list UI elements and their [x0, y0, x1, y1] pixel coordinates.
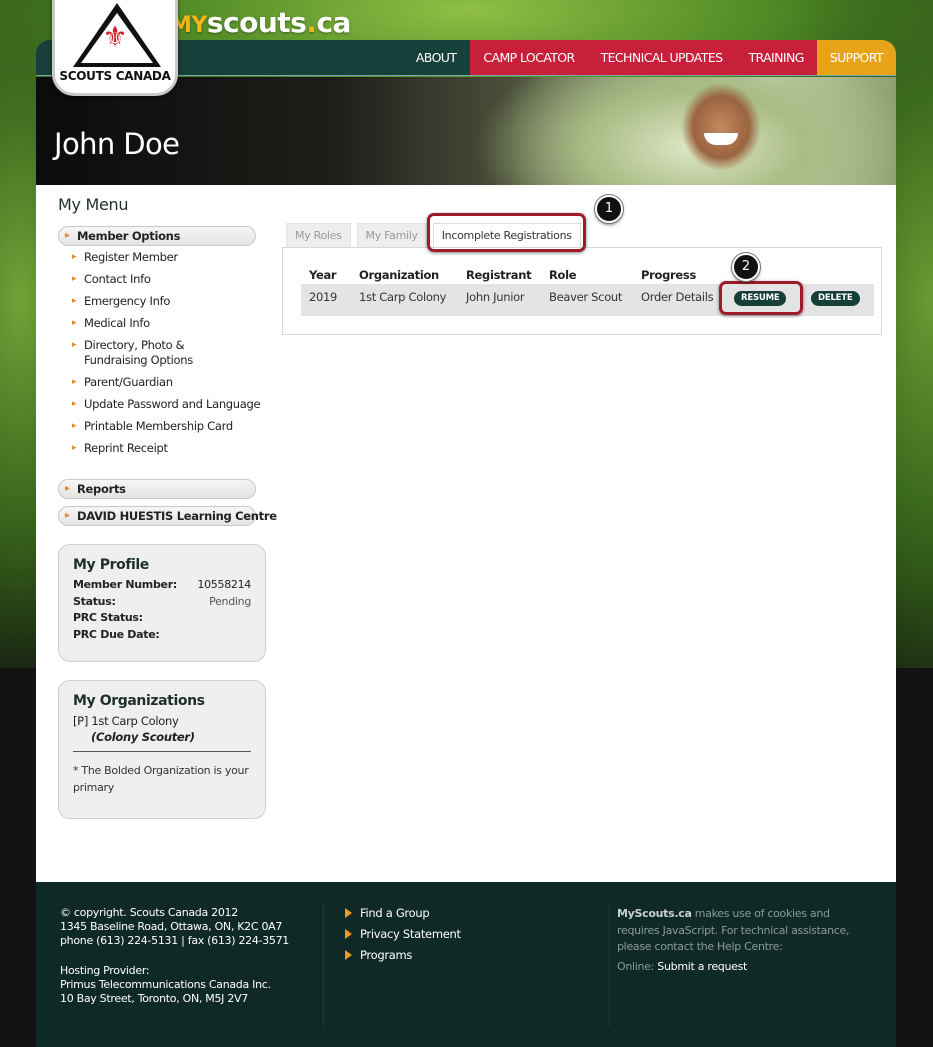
- footer-note-line1: MyScouts.ca makes use of cookies and: [617, 906, 849, 923]
- footer-note: MyScouts.ca makes use of cookies and req…: [617, 906, 849, 975]
- nav-training[interactable]: TRAINING: [735, 40, 817, 75]
- column-header-role: Role: [549, 268, 577, 282]
- footer-address: 1345 Baseline Road, Ottawa, ON, K2C 0A7: [60, 920, 283, 933]
- nav-about[interactable]: ABOUT: [402, 40, 471, 75]
- brand-tld: ca: [316, 6, 351, 39]
- sidebar-item-update-password[interactable]: Update Password and Language: [72, 397, 262, 412]
- footer-links: Find a Group Privacy Statement Programs: [345, 903, 461, 966]
- organization-note: * The Bolded Organization is your primar…: [73, 764, 249, 794]
- delete-button[interactable]: DELETE: [811, 291, 860, 306]
- sidebar-item-register-member[interactable]: Register Member: [72, 250, 262, 265]
- sidebar-item-membership-card[interactable]: Printable Membership Card: [72, 419, 262, 434]
- organizations-title: My Organizations: [73, 693, 205, 709]
- highlight-resume-button: [719, 281, 803, 315]
- member-options-toggle[interactable]: Member Options: [58, 226, 256, 246]
- footer-hosting-address: 10 Bay Street, Toronto, ON, M5J 2V7: [60, 992, 248, 1005]
- sidebar-item-reprint-receipt[interactable]: Reprint Receipt: [72, 441, 262, 456]
- footer-note-brand: MyScouts.ca: [617, 907, 692, 920]
- brand-dot: .: [306, 6, 317, 39]
- main-panel: My Menu Member Options Register Member C…: [36, 185, 896, 882]
- nav-technical-updates[interactable]: TECHNICAL UPDATES: [587, 40, 736, 75]
- nav-support[interactable]: SUPPORT: [816, 40, 896, 75]
- footer-divider: [323, 902, 324, 1027]
- column-header-year: Year: [309, 268, 337, 282]
- column-header-registrant: Registrant: [466, 268, 532, 282]
- sidebar-item-emergency-info[interactable]: Emergency Info: [72, 294, 262, 309]
- sidebar-item-contact-info[interactable]: Contact Info: [72, 272, 262, 287]
- page-title: John Doe: [54, 127, 180, 161]
- profile-row-member-number: Member Number: 10558214: [73, 577, 251, 594]
- cell-role: Beaver Scout: [549, 290, 623, 304]
- fleur-de-lis-icon: ⚜: [102, 20, 128, 53]
- footer-phone: phone (613) 224-5131 | fax (613) 224-357…: [60, 934, 290, 947]
- annotation-badge-2: 2: [732, 253, 760, 281]
- sidebar-item-parent-guardian[interactable]: Parent/Guardian: [72, 375, 262, 390]
- profile-row-prc-due-date: PRC Due Date:: [73, 627, 251, 644]
- organization-role: (Colony Scouter): [73, 729, 251, 752]
- profile-value: 10558214: [197, 578, 251, 591]
- my-profile-box: My Profile Member Number: 10558214 Statu…: [58, 544, 266, 662]
- column-header-progress: Progress: [641, 268, 696, 282]
- footer-link-programs[interactable]: Programs: [345, 945, 461, 966]
- footer-copyright: © copyright. Scouts Canada 2012: [60, 906, 238, 919]
- footer-online: Online: Submit a request: [617, 959, 849, 976]
- site-brand[interactable]: MYscouts.ca: [170, 6, 351, 39]
- sidebar-item-directory-photo-fundraising[interactable]: Directory, Photo & Fundraising Options: [72, 338, 242, 368]
- profile-title: My Profile: [73, 557, 149, 573]
- organization-name[interactable]: [P] 1st Carp Colony: [73, 713, 251, 729]
- nav-items: ABOUT CAMP LOCATOR TECHNICAL UPDATES TRA…: [402, 40, 896, 75]
- logo-text: SCOUTS CANADA: [59, 69, 171, 83]
- profile-label: Member Number:: [73, 578, 177, 591]
- brand-name: scouts: [206, 6, 307, 39]
- footer-link-find-a-group[interactable]: Find a Group: [345, 903, 461, 924]
- cell-progress-order-details[interactable]: Order Details: [641, 290, 714, 304]
- cell-registrant: John Junior: [466, 290, 525, 304]
- footer-note-text: makes use of cookies and: [691, 907, 830, 920]
- cell-organization: 1st Carp Colony: [359, 290, 447, 304]
- footer-contact: © copyright. Scouts Canada 2012 1345 Bas…: [60, 906, 289, 1006]
- profile-label: Status:: [73, 594, 116, 608]
- footer-hosting-name: Primus Telecommunications Canada Inc.: [60, 978, 271, 991]
- sidebar-title: My Menu: [58, 195, 129, 214]
- footer-note-line2: requires JavaScript. For technical assis…: [617, 923, 850, 937]
- scouts-canada-logo[interactable]: ⚜ SCOUTS CANADA: [52, 0, 178, 96]
- cell-year: 2019: [309, 290, 338, 304]
- site-footer: © copyright. Scouts Canada 2012 1345 Bas…: [36, 882, 896, 1047]
- footer-link-privacy-statement[interactable]: Privacy Statement: [345, 924, 461, 945]
- tab-my-family[interactable]: My Family: [356, 223, 427, 247]
- footer-spacer: [60, 948, 289, 964]
- profile-value: Pending: [209, 594, 251, 608]
- reports-toggle[interactable]: Reports: [58, 479, 256, 499]
- sidebar-item-medical-info[interactable]: Medical Info: [72, 316, 262, 331]
- profile-label: PRC Due Date:: [73, 627, 160, 641]
- footer-link-list: Find a Group Privacy Statement Programs: [345, 903, 461, 966]
- member-options-menu: Register Member Contact Info Emergency I…: [72, 250, 262, 456]
- profile-row-status: Status: Pending: [73, 594, 251, 611]
- footer-hosting-label: Hosting Provider:: [60, 964, 150, 977]
- profile-label: PRC Status:: [73, 611, 143, 624]
- profile-row-prc-status: PRC Status:: [73, 610, 251, 627]
- footer-divider: [609, 902, 610, 1027]
- footer-note-line3: please contact the Help Centre:: [617, 940, 783, 953]
- footer-online-label: Online:: [617, 959, 655, 973]
- column-header-organization: Organization: [359, 268, 439, 282]
- submit-request-link[interactable]: Submit a request: [657, 960, 747, 973]
- my-organizations-box: My Organizations [P] 1st Carp Colony (Co…: [58, 680, 266, 819]
- learning-centre-toggle[interactable]: DAVID HUESTIS Learning Centre: [58, 506, 277, 526]
- tab-my-roles[interactable]: My Roles: [286, 223, 351, 247]
- highlight-incomplete-registrations-tab: [427, 213, 586, 252]
- annotation-badge-1: 1: [595, 195, 623, 223]
- nav-camp-locator[interactable]: CAMP LOCATOR: [470, 40, 588, 75]
